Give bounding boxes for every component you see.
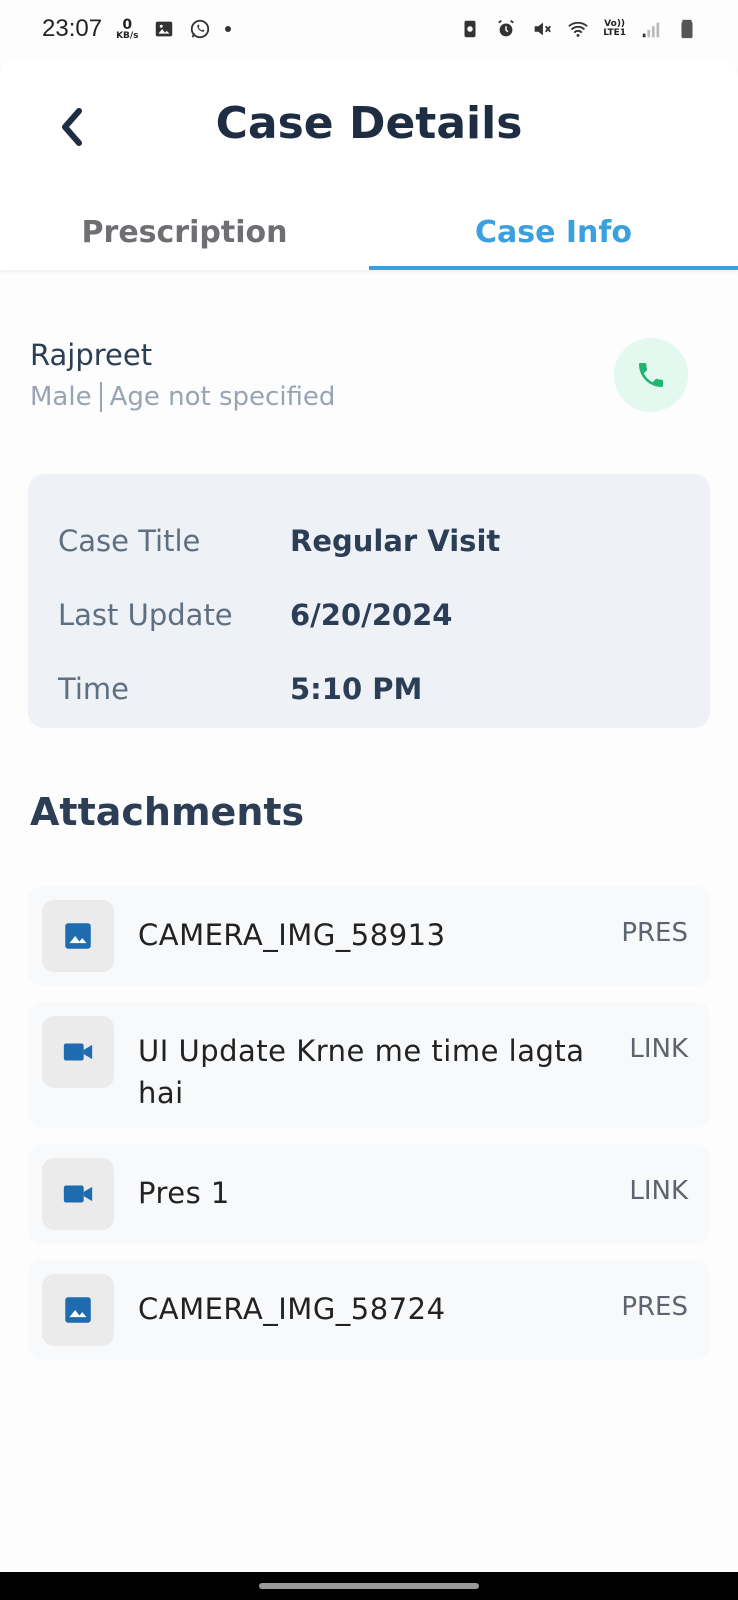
attachment-item[interactable]: CAMERA_IMG_58724 PRES	[28, 1260, 710, 1360]
app-header: Case Details Prescription Case Info	[0, 58, 738, 270]
attachment-name: UI Update Krne me time lagta hai	[138, 1034, 585, 1110]
status-bar: 23:07 0 KB/s Vo)) LTE1	[0, 0, 738, 58]
battery-icon	[676, 18, 698, 40]
attachment-thumbnail	[42, 1158, 114, 1230]
time-value: 5:10 PM	[290, 672, 423, 706]
phone-icon	[639, 363, 663, 387]
case-row-title: Case Title Regular Visit	[58, 504, 680, 578]
status-left: 23:07 0 KB/s	[42, 15, 231, 43]
attachment-item[interactable]: UI Update Krne me time lagta hai LINK	[28, 1002, 710, 1128]
whatsapp-notification-icon	[189, 18, 211, 40]
network-type: Vo)) LTE1	[603, 20, 626, 38]
tab-prescription[interactable]: Prescription	[0, 194, 369, 270]
time-label: Time	[58, 672, 129, 706]
case-title-value: Regular Visit	[290, 524, 501, 558]
gallery-notification-icon	[153, 18, 175, 40]
attachments-list: CAMERA_IMG_58913 PRES UI Update Krne me …	[28, 886, 710, 1376]
attachment-thumbnail	[42, 1016, 114, 1088]
attachment-type: LINK	[629, 1176, 688, 1206]
meta-divider	[99, 382, 102, 412]
attachment-type: PRES	[621, 918, 688, 948]
last-update-label: Last Update	[58, 598, 233, 632]
mute-icon	[531, 18, 553, 40]
patient-age: Age not specified	[109, 382, 336, 412]
patient-info: Rajpreet Male Age not specified	[30, 338, 710, 412]
alarm-icon	[495, 18, 517, 40]
wifi-icon	[567, 18, 589, 40]
case-title-label: Case Title	[58, 524, 201, 558]
tab-bar: Prescription Case Info	[0, 194, 738, 270]
attachment-name: CAMERA_IMG_58724	[138, 1292, 446, 1326]
call-button[interactable]	[614, 338, 688, 412]
case-info-card: Case Title Regular Visit Last Update 6/2…	[28, 474, 710, 728]
status-time: 23:07	[42, 15, 103, 42]
tab-case-info[interactable]: Case Info	[369, 194, 738, 270]
patient-gender: Male	[30, 382, 92, 412]
attachment-thumbnail	[42, 1274, 114, 1346]
attachment-type: PRES	[621, 1292, 688, 1322]
battery-saver-icon	[459, 18, 481, 40]
attachment-type: LINK	[629, 1034, 688, 1064]
network-speed: 0 KB/s	[116, 18, 138, 41]
attachments-heading: Attachments	[30, 790, 305, 834]
attachment-name: Pres 1	[138, 1176, 230, 1210]
home-gesture-handle[interactable]	[259, 1583, 479, 1589]
patient-name: Rajpreet	[30, 338, 153, 372]
image-icon	[65, 923, 91, 949]
signal-icon	[640, 18, 662, 40]
lte-label: LTE1	[603, 28, 626, 38]
attachment-thumbnail	[42, 900, 114, 972]
video-icon	[63, 1185, 93, 1203]
page-title: Case Details	[215, 98, 523, 149]
patient-meta: Male Age not specified	[30, 382, 710, 412]
network-speed-unit: KB/s	[116, 30, 139, 41]
case-row-time: Time 5:10 PM	[58, 652, 680, 726]
attachment-item[interactable]: Pres 1 LINK	[28, 1144, 710, 1244]
more-notifications-dot	[224, 26, 231, 32]
system-nav-bar	[0, 1572, 738, 1600]
attachment-name: CAMERA_IMG_58913	[138, 918, 446, 952]
image-icon	[65, 1297, 91, 1323]
video-icon	[63, 1043, 93, 1061]
network-speed-value: 0	[122, 16, 133, 33]
case-row-last-update: Last Update 6/20/2024	[58, 578, 680, 652]
status-right: Vo)) LTE1	[459, 18, 698, 40]
attachment-item[interactable]: CAMERA_IMG_58913 PRES	[28, 886, 710, 986]
last-update-value: 6/20/2024	[290, 598, 453, 632]
